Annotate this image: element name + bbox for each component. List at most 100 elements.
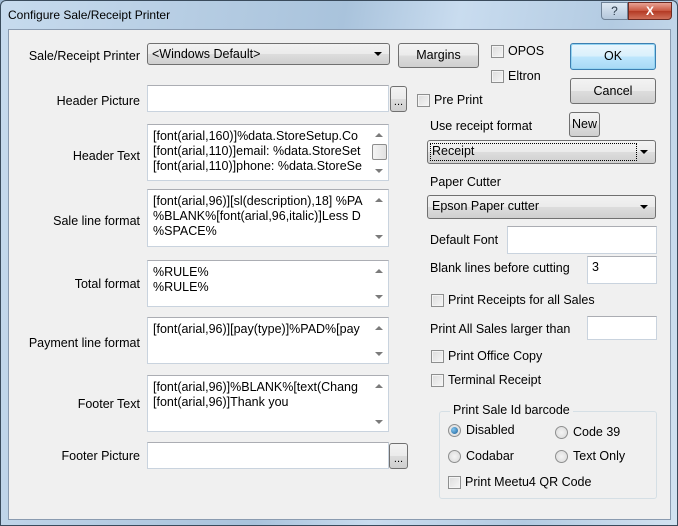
- header-picture-browse-button[interactable]: ...: [390, 86, 407, 112]
- ok-button[interactable]: OK: [570, 43, 656, 70]
- scroll-up-icon[interactable]: [375, 133, 383, 137]
- radio-label: Code 39: [573, 425, 621, 439]
- header-text-area[interactable]: [font(arial,160)]%data.StoreSetup.Co [fo…: [147, 124, 389, 181]
- radio-selected-icon[interactable]: [448, 423, 461, 437]
- sale-line-area[interactable]: [font(arial,96)][sl(description),18] %PA…: [147, 189, 389, 247]
- checkbox-box[interactable]: [431, 349, 444, 363]
- footer-text-label: Footer Text: [77, 397, 140, 411]
- window-title: Configure Sale/Receipt Printer: [8, 8, 171, 22]
- close-icon: X: [645, 4, 654, 18]
- barcode-group: Print Sale Id barcode Disabled Code 39 C…: [439, 403, 657, 499]
- total-format-area[interactable]: %RULE% %RULE%: [147, 260, 389, 307]
- payment-line-value: [font(arial,96)][pay(type)]%PAD%[pay: [153, 322, 360, 336]
- print-qr-code-label: Print Meetu4 QR Code: [465, 475, 592, 489]
- barcode-radio-disabled[interactable]: Disabled: [448, 423, 515, 437]
- receipt-format-select[interactable]: Receipt: [427, 140, 656, 164]
- eltron-checkbox[interactable]: Eltron: [491, 69, 541, 83]
- payment-line-label: Payment line format: [28, 336, 140, 350]
- payment-line-scrollbar[interactable]: [371, 318, 388, 363]
- paper-cutter-select-value: Epson Paper cutter: [432, 199, 540, 213]
- default-font-input[interactable]: [507, 226, 657, 254]
- receipt-format-select-value: Receipt: [432, 144, 475, 158]
- footer-picture-browse-button[interactable]: ...: [389, 443, 408, 469]
- total-format-value: %RULE% %RULE%: [153, 265, 209, 294]
- help-button[interactable]: ?: [601, 2, 628, 20]
- scroll-thumb[interactable]: [372, 144, 387, 160]
- scroll-up-icon[interactable]: [375, 326, 383, 330]
- print-qr-code-checkbox[interactable]: Print Meetu4 QR Code: [448, 475, 591, 489]
- header-text-value: [font(arial,160)]%data.StoreSetup.Co [fo…: [153, 129, 362, 173]
- checkbox-box[interactable]: [417, 93, 430, 107]
- print-office-copy-label: Print Office Copy: [448, 349, 543, 363]
- title-bar[interactable]: Configure Sale/Receipt Printer ? X: [1, 1, 677, 29]
- chevron-down-icon: [640, 205, 648, 209]
- barcode-radio-codabar[interactable]: Codabar: [448, 449, 514, 463]
- checkbox-box[interactable]: [491, 44, 504, 58]
- scroll-down-icon[interactable]: [375, 235, 383, 239]
- dialog-body: Sale/Receipt Printer <Windows Default> M…: [8, 29, 671, 520]
- print-office-copy-checkbox[interactable]: Print Office Copy: [431, 349, 542, 363]
- header-picture-input[interactable]: [147, 85, 389, 112]
- cancel-button[interactable]: Cancel: [570, 78, 656, 104]
- help-icon: ?: [611, 4, 618, 18]
- print-all-sales-label: Print Receipts for all Sales: [448, 293, 595, 307]
- footer-picture-label: Footer Picture: [61, 449, 140, 463]
- barcode-group-legend: Print Sale Id barcode: [450, 403, 573, 417]
- default-font-label: Default Font: [430, 233, 499, 247]
- scroll-down-icon[interactable]: [375, 169, 383, 173]
- opos-checkbox[interactable]: OPOS: [491, 44, 544, 58]
- paper-cutter-select[interactable]: Epson Paper cutter: [427, 195, 656, 219]
- paper-cutter-label: Paper Cutter: [430, 175, 501, 189]
- dialog-window: Configure Sale/Receipt Printer ? X Sale/…: [0, 0, 678, 526]
- total-format-scrollbar[interactable]: [371, 261, 388, 306]
- scroll-up-icon[interactable]: [375, 384, 383, 388]
- chevron-down-icon: [374, 52, 382, 56]
- payment-line-area[interactable]: [font(arial,96)][pay(type)]%PAD%[pay: [147, 317, 389, 364]
- checkbox-box[interactable]: [431, 293, 444, 307]
- pre-print-label: Pre Print: [434, 93, 483, 107]
- footer-text-area[interactable]: [font(arial,96)]%BLANK%[text(Chang [font…: [147, 375, 389, 432]
- header-text-label: Header Text: [72, 149, 140, 163]
- sale-line-scrollbar[interactable]: [371, 190, 388, 246]
- footer-picture-input[interactable]: [147, 442, 389, 469]
- checkbox-box[interactable]: [431, 373, 444, 387]
- footer-text-value: [font(arial,96)]%BLANK%[text(Chang [font…: [153, 380, 358, 409]
- pre-print-checkbox[interactable]: Pre Print: [417, 93, 483, 107]
- new-format-button[interactable]: New: [569, 112, 600, 137]
- radio-label: Disabled: [466, 423, 515, 437]
- radio-icon[interactable]: [555, 449, 568, 463]
- scroll-up-icon[interactable]: [375, 269, 383, 273]
- printer-label: Sale/Receipt Printer: [28, 49, 140, 63]
- total-format-label: Total format: [74, 277, 140, 291]
- terminal-receipt-label: Terminal Receipt: [448, 373, 542, 387]
- scroll-up-icon[interactable]: [375, 198, 383, 202]
- checkbox-box[interactable]: [448, 475, 461, 489]
- close-button[interactable]: X: [628, 2, 672, 20]
- printer-select[interactable]: <Windows Default>: [147, 43, 390, 65]
- terminal-receipt-checkbox[interactable]: Terminal Receipt: [431, 373, 541, 387]
- print-all-sales-checkbox[interactable]: Print Receipts for all Sales: [431, 293, 595, 307]
- radio-icon[interactable]: [448, 449, 461, 463]
- radio-label: Text Only: [573, 449, 626, 463]
- eltron-label: Eltron: [508, 69, 541, 83]
- header-text-scrollbar[interactable]: [371, 125, 388, 180]
- margins-button[interactable]: Margins: [398, 43, 479, 68]
- header-picture-label: Header Picture: [56, 94, 140, 108]
- blank-lines-label: Blank lines before cutting: [430, 261, 570, 275]
- radio-label: Codabar: [466, 449, 514, 463]
- barcode-radio-code39[interactable]: Code 39: [555, 425, 620, 439]
- chevron-down-icon: [640, 150, 648, 154]
- checkbox-box[interactable]: [491, 69, 504, 83]
- scroll-down-icon[interactable]: [375, 420, 383, 424]
- blank-lines-input[interactable]: 3: [587, 256, 657, 284]
- print-larger-than-input[interactable]: [587, 316, 657, 340]
- opos-label: OPOS: [508, 44, 545, 58]
- scroll-down-icon[interactable]: [375, 295, 383, 299]
- sale-line-label: Sale line format: [53, 214, 140, 228]
- use-receipt-format-label: Use receipt format: [430, 119, 533, 133]
- barcode-radio-text-only[interactable]: Text Only: [555, 449, 625, 463]
- footer-text-scrollbar[interactable]: [371, 376, 388, 431]
- scroll-down-icon[interactable]: [375, 352, 383, 356]
- printer-select-value: <Windows Default>: [152, 47, 261, 61]
- radio-icon[interactable]: [555, 425, 568, 439]
